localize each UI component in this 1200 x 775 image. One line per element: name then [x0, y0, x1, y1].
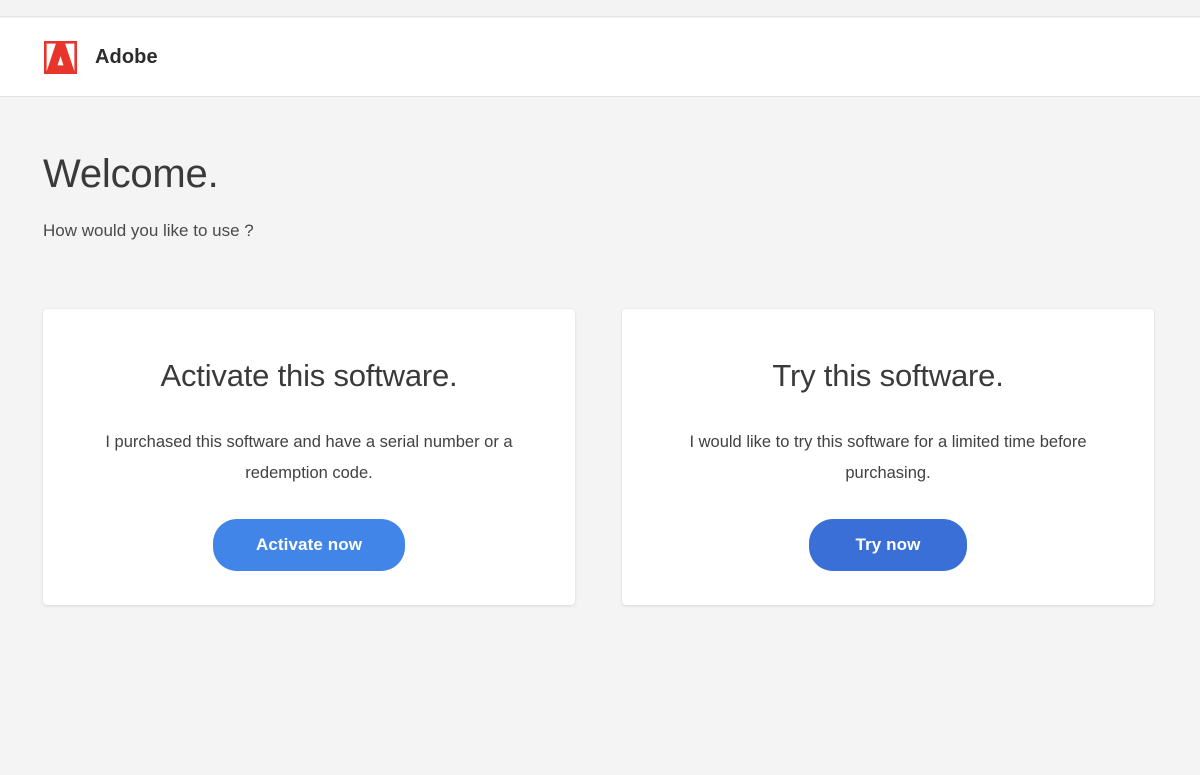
try-card[interactable]: Try this software. I would like to try t…: [622, 309, 1154, 605]
try-card-title: Try this software.: [622, 309, 1154, 393]
activate-card-title: Activate this software.: [43, 309, 575, 393]
brand: Adobe: [44, 41, 158, 74]
page-title: Welcome.: [43, 154, 219, 194]
window-top-strip: [0, 0, 1200, 17]
option-cards: Activate this software. I purchased this…: [0, 309, 1200, 609]
activate-now-button[interactable]: Activate now: [213, 519, 405, 571]
page-subtitle: How would you like to use ?: [43, 222, 254, 239]
try-now-button[interactable]: Try now: [809, 519, 968, 571]
main-content: Welcome. How would you like to use ? Act…: [0, 98, 1200, 775]
brand-name: Adobe: [95, 47, 158, 67]
activate-card[interactable]: Activate this software. I purchased this…: [43, 309, 575, 605]
activate-card-description: I purchased this software and have a ser…: [84, 393, 534, 490]
welcome-screen: Adobe Welcome. How would you like to use…: [0, 0, 1200, 775]
adobe-logo-icon: [44, 41, 77, 74]
try-card-description: I would like to try this software for a …: [663, 393, 1113, 490]
app-header: Adobe: [0, 18, 1200, 97]
